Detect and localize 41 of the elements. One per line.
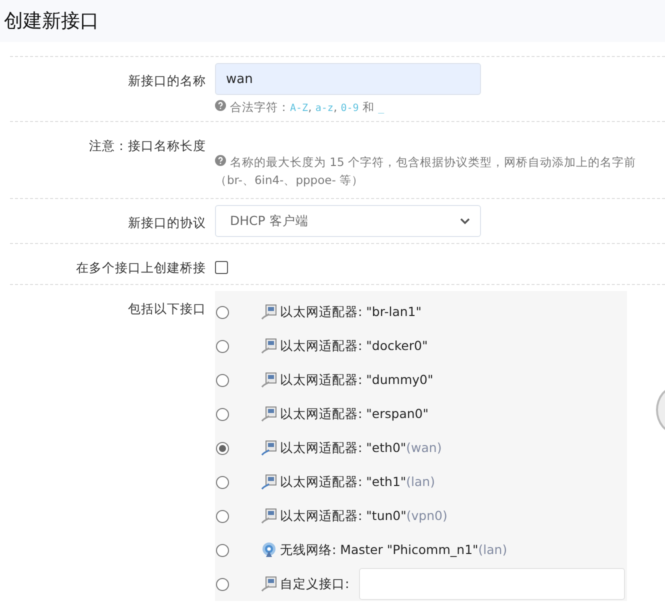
interface-label: 以太网适配器: "docker0": [280, 338, 428, 354]
interface-radio[interactable]: [216, 544, 229, 556]
name-input-field[interactable]: wan: [215, 63, 481, 95]
interface-radio[interactable]: [216, 476, 229, 488]
network-adapter-icon: [261, 372, 277, 388]
field-label: 包括以下接口: [128, 301, 206, 316]
hint-text: 名称的最大长度为 15 个字符，包含根据协议类型，网桥自动添加上的名字前: [230, 155, 636, 170]
interface-label: 以太网适配器: "tun0"(vpn0): [280, 508, 448, 524]
network-adapter-icon: [261, 338, 277, 354]
wireless-icon: [261, 542, 277, 558]
interface-label: 以太网适配器: "br-lan1": [280, 304, 422, 320]
network-adapter-icon: [261, 508, 277, 524]
hint-text: 合法字符：A-Z, a-z, 0-9 和 _: [230, 100, 384, 115]
chevron-down-icon: [460, 218, 470, 224]
hint-text: （br-、6in4-、pppoe- 等）: [215, 173, 365, 188]
interface-label: 以太网适配器: "eth1"(lan): [280, 474, 435, 490]
interface-radio[interactable]: [216, 408, 229, 420]
field-label: 在多个接口上创建桥接: [76, 260, 206, 275]
interface-label: 以太网适配器: "dummy0": [280, 372, 434, 388]
page-title: 创建新接口: [4, 9, 99, 34]
interface-label: 自定义接口:: [280, 576, 350, 592]
interface-radio[interactable]: [216, 578, 229, 590]
network-adapter-icon: [261, 474, 277, 490]
field-label: 注意：接口名称长度: [89, 138, 206, 153]
network-adapter-icon: [261, 440, 277, 456]
custom-interface-field[interactable]: [359, 568, 626, 600]
network-adapter-icon: [261, 406, 277, 422]
interface-radio[interactable]: [216, 306, 229, 318]
interface-label: 以太网适配器: "erspan0": [280, 406, 428, 422]
network-adapter-icon: [261, 304, 277, 320]
interface-radio[interactable]: [216, 340, 229, 352]
interface-label: 以太网适配器: "eth0"(wan): [280, 440, 442, 456]
interface-radio[interactable]: [216, 442, 229, 454]
field-label: 新接口的协议: [128, 215, 206, 230]
interface-radio[interactable]: [216, 510, 229, 522]
field-label: 新接口的名称: [128, 73, 206, 88]
interface-label: 无线网络: Master "Phicomm_n1"(lan): [280, 542, 508, 558]
network-adapter-icon: [261, 576, 277, 592]
bridge-checkbox[interactable]: [215, 260, 228, 274]
interface-radio[interactable]: [216, 374, 229, 386]
protocol-dropdown[interactable]: DHCP 客户端: [215, 205, 481, 237]
